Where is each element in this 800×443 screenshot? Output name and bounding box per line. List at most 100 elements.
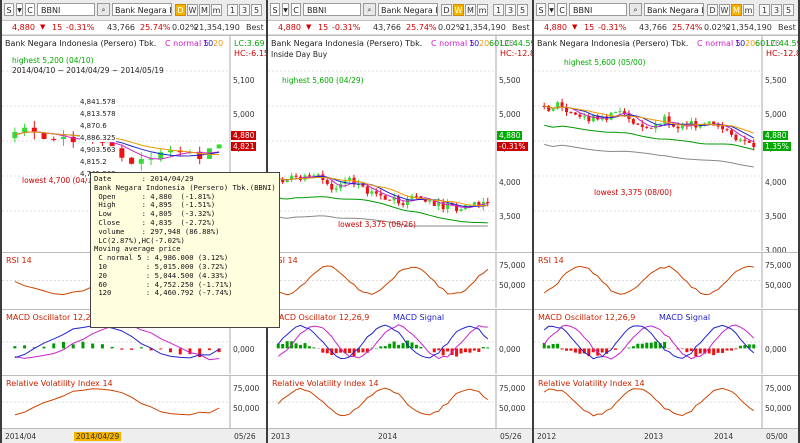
interval-button-3[interactable]: 3 xyxy=(239,4,250,16)
interval-button-5[interactable]: 5 xyxy=(783,4,794,16)
candle-body xyxy=(414,195,418,197)
macd-histogram-bar xyxy=(729,348,733,351)
interval-button-1[interactable]: 1 xyxy=(493,4,504,16)
macd-histogram-bar xyxy=(169,348,172,353)
last-price: 4,880 xyxy=(544,23,567,32)
period-button-m[interactable]: m xyxy=(211,4,222,16)
macd-histogram-bar xyxy=(614,348,618,350)
macd-histogram-bar xyxy=(312,347,316,349)
macd-histogram-bar xyxy=(636,343,640,349)
period-button-D[interactable]: D xyxy=(175,4,186,16)
date-axis-label: 2012 xyxy=(537,432,557,441)
volume-pct: 25.74% xyxy=(140,23,171,32)
period-button-M[interactable]: M xyxy=(731,4,742,16)
s-menu-button[interactable]: S xyxy=(270,3,280,16)
period-button-D[interactable]: D xyxy=(707,4,718,16)
search-icon[interactable]: ⌕ xyxy=(97,3,110,16)
rsi-panel[interactable]: RSI 1475,00050,000 xyxy=(534,252,798,308)
candle-body xyxy=(428,200,432,202)
macd-panel[interactable]: MACD Oscillator 12,26,9 MACD Signal 0,000 xyxy=(268,309,532,374)
period-button-M[interactable]: M xyxy=(465,4,476,16)
interval-button-5[interactable]: 5 xyxy=(251,4,262,16)
date-axis-label: 05/00 xyxy=(766,432,788,441)
stock-code-input[interactable]: BBNI xyxy=(37,3,95,16)
candle-body xyxy=(216,144,222,149)
c-menu-button[interactable]: C xyxy=(25,3,35,16)
price-chart-panel[interactable]: Bank Negara Indonesia (Persero) Tbk. C no… xyxy=(268,35,532,251)
macd-histogram-bar xyxy=(455,348,459,357)
macd-histogram-bar xyxy=(738,345,742,349)
s-dropdown-icon[interactable]: ▼ xyxy=(16,3,23,16)
candle-body xyxy=(729,130,733,135)
macd-signal-label: MACD Signal xyxy=(659,313,711,322)
candle-body xyxy=(614,111,618,113)
rsi-panel[interactable]: RSI 1475,00050,000 xyxy=(268,252,532,308)
indicator-axis-label: 75,000 xyxy=(233,384,260,393)
stock-code-input[interactable]: BBNI xyxy=(303,3,361,16)
period-button-W[interactable]: W xyxy=(453,4,464,16)
interval-button-1[interactable]: 1 xyxy=(759,4,770,16)
candle-body xyxy=(472,202,476,205)
price-annotation: Inside Day Buy xyxy=(271,50,328,59)
macd-histogram-bar xyxy=(110,346,114,349)
date-axis-label: 2014/04/29 xyxy=(74,432,122,441)
candle-body xyxy=(307,175,311,177)
c-menu-button[interactable]: C xyxy=(291,3,301,16)
period-button-W[interactable]: W xyxy=(187,4,198,16)
price-annotation: lowest 3,375 (08/26) xyxy=(338,220,416,229)
period-button-D[interactable]: D xyxy=(441,4,452,16)
rvi-panel[interactable]: Relative Volatility Index 14 75,000 50,000 xyxy=(2,375,266,428)
macd-histogram-bar xyxy=(334,348,338,354)
interval-button-1[interactable]: 1 xyxy=(227,4,238,16)
rvi-panel[interactable]: Relative Volatility Index 14 75,000 50,000 xyxy=(268,375,532,428)
price-level-label: 4,813.578 xyxy=(80,110,116,118)
macd-histogram-bar xyxy=(649,342,653,349)
price-level-label: 4,841.578 xyxy=(80,98,116,106)
macd-histogram-bar xyxy=(392,341,396,349)
period-button-W[interactable]: W xyxy=(719,4,730,16)
chart-pane-weekly: S▼CBBNI⌕Bank Negara IndDWMm1354,880▼15-0… xyxy=(268,0,532,443)
price-axis-label: 5,000 xyxy=(233,110,255,119)
price-change-pct: -0.31% xyxy=(598,23,627,32)
hc-label: HC:-12.86 xyxy=(766,49,798,58)
chart-pane-monthly: S▼CBBNI⌕Bank Negara IndoDWMm1354,880▼15-… xyxy=(534,0,798,443)
price-axis-label: 3,500 xyxy=(765,212,787,221)
macd-panel[interactable]: MACD Oscillator 12,26,9 MACD Signal 0,000 xyxy=(534,309,798,374)
macd-histogram-bar xyxy=(437,348,441,351)
period-button-m[interactable]: m xyxy=(743,4,754,16)
candle-body xyxy=(676,126,680,129)
macd-histogram-bar xyxy=(627,347,631,349)
price-chart-panel[interactable]: Bank Negara Indonesia (Persero) Tbk. C no… xyxy=(534,35,798,255)
period-button-M[interactable]: M xyxy=(199,4,210,16)
period-button-m[interactable]: m xyxy=(477,4,488,16)
hc-label: HC:-12.86 xyxy=(500,49,532,58)
interval-button-3[interactable]: 3 xyxy=(505,4,516,16)
s-menu-button[interactable]: S xyxy=(4,3,14,16)
candle-body xyxy=(707,121,711,124)
indicator-axis-label: 75,000 xyxy=(499,261,526,270)
macd-histogram-bar xyxy=(600,348,604,353)
macd-histogram-bar xyxy=(325,348,329,354)
s-dropdown-icon[interactable]: ▼ xyxy=(548,3,555,16)
indicator-axis-label: 50,000 xyxy=(765,281,792,290)
candle-body xyxy=(397,196,401,204)
macd-signal-label: MACD Signal xyxy=(393,313,445,322)
down-arrow-icon: ▼ xyxy=(572,23,578,31)
search-icon[interactable]: ⌕ xyxy=(629,3,642,16)
stock-code-input[interactable]: BBNI xyxy=(569,3,627,16)
candle-body xyxy=(649,127,653,129)
interval-button-3[interactable]: 3 xyxy=(771,4,782,16)
s-menu-button[interactable]: S xyxy=(536,3,546,16)
rvi-panel[interactable]: Relative Volatility Index 14 75,000 50,000 xyxy=(534,375,798,428)
volume-pct: 25.74% xyxy=(406,23,437,32)
macd-histogram-bar xyxy=(397,344,401,349)
macd-histogram-bar xyxy=(294,343,298,349)
ma-legend-item: 20 xyxy=(213,39,224,48)
macd-histogram-bar xyxy=(560,348,564,350)
candle-body xyxy=(325,180,329,184)
c-menu-button[interactable]: C xyxy=(557,3,567,16)
s-dropdown-icon[interactable]: ▼ xyxy=(282,3,289,16)
search-icon[interactable]: ⌕ xyxy=(363,3,376,16)
interval-button-5[interactable]: 5 xyxy=(517,4,528,16)
chart-toolbar: S▼CBBNI⌕Bank Negara IndDWMm135 xyxy=(268,0,532,21)
